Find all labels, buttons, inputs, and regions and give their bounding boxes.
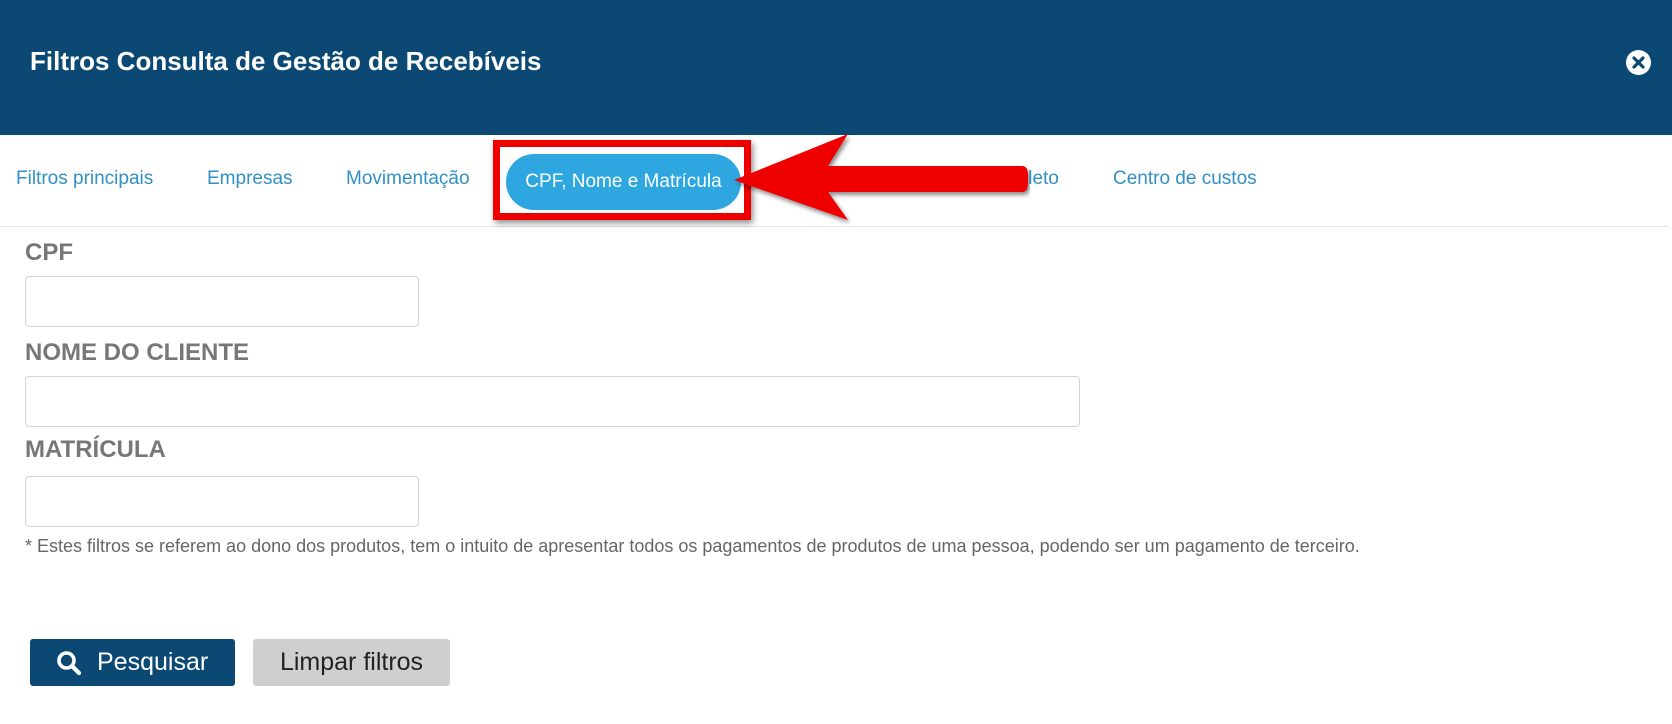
matricula-input[interactable] — [25, 476, 419, 527]
matricula-label: MATRÍCULA — [25, 436, 166, 463]
close-icon[interactable] — [1626, 50, 1651, 75]
search-button[interactable]: Pesquisar — [30, 639, 235, 686]
modal-header: Filtros Consulta de Gestão de Recebíveis — [0, 0, 1672, 135]
tab-cartao[interactable]: Cartão — [894, 167, 951, 191]
cpf-label: CPF — [25, 239, 73, 266]
tab-cpf-nome-matricula[interactable]: CPF, Nome e Matrícula — [506, 154, 741, 210]
tab-centro-de-custos[interactable]: Centro de custos — [1113, 167, 1257, 191]
tab-filtros-principais[interactable]: Filtros principais — [16, 167, 153, 191]
clear-filters-button[interactable]: Limpar filtros — [253, 639, 450, 686]
search-button-label: Pesquisar — [97, 648, 209, 676]
tab-empresas[interactable]: Empresas — [207, 167, 293, 191]
search-icon — [57, 651, 82, 676]
cpf-input[interactable] — [25, 276, 419, 327]
tab-movimentacao[interactable]: Movimentação — [346, 167, 470, 191]
nome-cliente-label: NOME DO CLIENTE — [25, 339, 250, 366]
tab-boleto[interactable]: Boleto — [1005, 167, 1059, 191]
filter-tabs: Filtros principais Empresas Movimentação… — [0, 135, 1668, 227]
filter-note: * Estes filtros se referem ao dono dos p… — [25, 536, 1360, 556]
nome-cliente-input[interactable] — [25, 376, 1080, 427]
modal-title: Filtros Consulta de Gestão de Recebíveis — [30, 46, 542, 76]
